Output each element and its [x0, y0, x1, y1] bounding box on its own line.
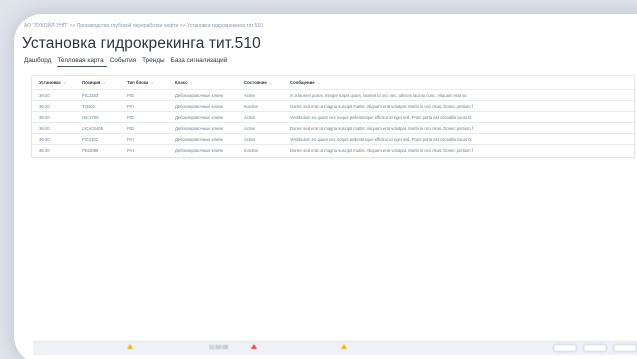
cell-class: Дебоклировочные ключи	[175, 125, 224, 131]
table-header: Установка ⌄ Позиция ⌄ Тип блока ⌄ Класс ⌄ Со…	[32, 80, 636, 89]
cell-block-type: PVI	[127, 147, 134, 153]
cell-class: Дебоклировочные ключи	[175, 103, 224, 109]
chevron-down-icon: ⌄	[150, 80, 154, 85]
chevron-down-icon: ⌄	[316, 80, 321, 85]
cell-position: FIC2102	[82, 136, 99, 142]
alarm-icon[interactable]	[251, 344, 257, 349]
warning-icon[interactable]	[127, 344, 133, 349]
tab-bar: Дашборд Тепловая карта События Тренды Ба…	[24, 57, 233, 67]
status-button[interactable]	[613, 344, 637, 352]
status-bar: 11:50:08	[33, 341, 637, 355]
warning-icon[interactable]	[341, 344, 347, 349]
chevron-down-icon: ⌄	[189, 80, 194, 85]
table-row[interactable]: 36-20 FIC2102 PVI Дебоклировочные ключи Acti…	[32, 133, 636, 142]
cell-position: PDI2088	[82, 147, 99, 153]
cell-state: Active	[244, 114, 256, 120]
cell-unit: 36-20	[39, 103, 50, 109]
cell-unit: 36-20	[39, 136, 50, 142]
cell-unit: 36-20	[39, 125, 50, 131]
cell-position: HIC1706	[82, 114, 99, 120]
column-header-message[interactable]: Сообщение ⌄	[290, 80, 320, 86]
cell-state: Active	[244, 125, 256, 131]
breadcrumb[interactable]: АО "ЛУКОЙЛ-УНП" >> Производство глубокой…	[24, 23, 263, 29]
cell-position: LICA02405	[82, 125, 103, 131]
cell-position: PIC2303	[82, 92, 99, 98]
chevron-down-icon: ⌄	[102, 80, 106, 85]
column-header-state[interactable]: Состояние ⌄	[244, 80, 272, 86]
table-row[interactable]: 36-20 PDI2088 PVI Дебоклировочные ключи Inac…	[32, 144, 636, 153]
cell-unit: 36-20	[39, 147, 50, 153]
cell-unit: 36-20	[39, 92, 50, 98]
events-table: Установка ⌄ Позиция ⌄ Тип блока ⌄ Класс ⌄ Со…	[31, 75, 636, 158]
column-header-position[interactable]: Позиция ⌄	[82, 80, 106, 86]
cell-block-type: PVI	[127, 136, 134, 142]
cell-class: Дебоклировочные ключи	[175, 147, 224, 153]
cell-class: Дебоклировочные ключи	[175, 92, 224, 98]
chevron-down-icon: ⌄	[268, 80, 273, 85]
clock-time: 11:50:08	[209, 345, 229, 351]
tab-trends[interactable]: Тренды	[142, 57, 168, 67]
cell-message: In a laoreet purus. Integer turpis quam,…	[290, 92, 467, 98]
table-row[interactable]: 36-20 HIC1706 PID Дебоклировочные ключи Acti…	[32, 111, 636, 120]
cell-block-type: PID	[127, 125, 134, 131]
cell-class: Дебоклировочные ключи	[175, 114, 224, 120]
cell-state: Inactive	[244, 103, 259, 109]
tab-heatmap[interactable]: Тепловая карта	[57, 57, 107, 67]
cell-block-type: PID	[127, 114, 134, 120]
page-title: Установка гидрокрекинга тит.510	[22, 35, 261, 52]
cell-message: Donec sed erat ut magna suscipit mattis.…	[290, 103, 473, 109]
tab-events[interactable]: События	[110, 57, 139, 67]
table-row[interactable]: 36-20 LICA02405 PID Дебоклировочные ключи Ac…	[32, 122, 636, 131]
cell-unit: 36-20	[39, 114, 50, 120]
status-button[interactable]	[583, 344, 607, 352]
tab-alarm-database[interactable]: База сигнализаций	[171, 57, 231, 67]
table-row[interactable]: 36-20 TI3401 PVI Дебоклировочные ключи Inact…	[32, 100, 636, 109]
tab-dashboard[interactable]: Дашборд	[24, 57, 54, 67]
cell-position: TI3401	[82, 103, 96, 109]
cell-state: Active	[244, 136, 256, 142]
column-header-unit[interactable]: Установка ⌄	[39, 80, 66, 86]
column-header-class[interactable]: Класс ⌄	[175, 80, 193, 86]
cell-message: Donec sed erat ut magna suscipit mattis.…	[290, 125, 473, 131]
cell-state: Inactive	[244, 147, 259, 153]
chevron-down-icon: ⌄	[62, 80, 67, 85]
cell-message: Donec sed erat ut magna suscipit mattis.…	[290, 147, 473, 153]
cell-state: Active	[244, 92, 256, 98]
cell-block-type: PID	[127, 92, 134, 98]
status-button[interactable]	[553, 344, 577, 352]
table-row[interactable]: 36-20 PIC2303 PID Дебоклировочные ключи Acti…	[32, 89, 636, 98]
column-header-block-type[interactable]: Тип блока ⌄	[127, 80, 154, 86]
cell-block-type: PVI	[127, 103, 134, 109]
cell-class: Дебоклировочные ключи	[175, 136, 224, 142]
cell-message: Vestibulum eu quam nec neque pellentesqu…	[290, 114, 472, 120]
cell-message: Vestibulum eu quam nec neque pellentesqu…	[290, 136, 472, 142]
